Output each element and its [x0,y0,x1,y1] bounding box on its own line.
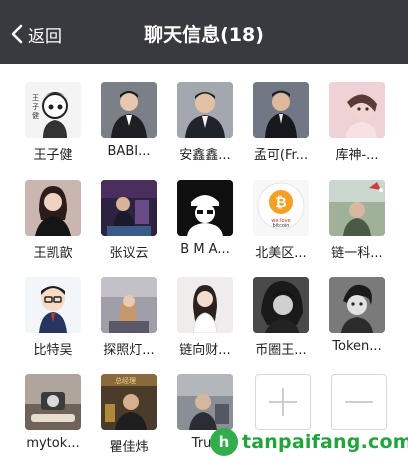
svg-text:王: 王 [32,94,39,102]
avatar [177,374,233,430]
member-name: 北美区... [255,246,307,261]
remove-member-button[interactable] [331,374,387,430]
navigation-bar: 返回 聊天信息(18) [0,0,408,64]
member-name: 探照灯... [103,343,155,358]
member-name: 链一科... [331,246,383,261]
member-item[interactable]: 链一科... [319,180,395,261]
member-item[interactable]: B M A... [167,180,243,257]
member-name: 币圈王... [255,343,307,358]
member-name: 库神-... [335,148,379,163]
avatar [25,180,81,236]
avatar [329,277,385,333]
member-item[interactable]: 总经理 瞿佳炜 [91,374,167,455]
member-item[interactable]: 比特吴 [15,277,91,358]
member-name: 瞿佳炜 [109,440,149,455]
avatar [329,82,385,138]
avatar [253,82,309,138]
member-item[interactable]: 孟可(Fr... [243,82,319,163]
site-watermark: h tanpaifang.com [210,428,408,456]
member-name: 安鑫鑫... [179,148,231,163]
svg-text:bitcoin: bitcoin [273,223,290,229]
avatar: 王子健 [25,82,81,138]
watermark-text: tanpaifang.com [242,431,408,453]
member-name: 链向财... [179,343,231,358]
member-item[interactable]: 王子健 王子健 [15,82,91,163]
member-grid: 王子健 王子健 BABI... 安鑫鑫... 孟可(Fr... 库神-... 王… [0,64,408,463]
member-name: Token... [332,339,382,354]
page-title: 聊天信息(18) [144,24,264,46]
svg-text:健: 健 [32,111,39,120]
svg-text:子: 子 [32,103,39,111]
member-item[interactable]: Token... [319,277,395,354]
member-item[interactable]: mytok... [15,374,91,451]
member-item[interactable]: 王凯歆 [15,180,91,261]
avatar [177,277,233,333]
svg-text:₿: ₿ [275,195,286,211]
member-item[interactable]: BABI... [91,82,167,159]
avatar [329,180,385,236]
member-item[interactable]: 链向财... [167,277,243,358]
avatar [253,277,309,333]
add-member-button[interactable] [255,374,311,430]
member-item[interactable]: ₿ we love bitcoin 北美区... [243,180,319,261]
member-name: 王凯歆 [33,246,73,261]
member-item[interactable]: 安鑫鑫... [167,82,243,163]
member-name: 孟可(Fr... [253,148,309,163]
avatar [177,82,233,138]
member-item[interactable]: 库神-... [319,82,395,163]
member-name: 张议云 [109,246,149,261]
member-name: B M A... [180,242,230,257]
member-name: 王子健 [33,148,73,163]
member-name: mytok... [26,436,80,451]
avatar [101,82,157,138]
avatar [177,180,233,236]
svg-text:总经理: 总经理 [115,376,136,385]
member-item[interactable]: 探照灯... [91,277,167,358]
watermark-logo: h [210,428,238,456]
avatar: ₿ we love bitcoin [253,180,309,236]
member-item[interactable]: 币圈王... [243,277,319,358]
member-name: BABI... [107,144,151,159]
avatar [101,180,157,236]
avatar [25,277,81,333]
member-item[interactable]: 张议云 [91,180,167,261]
avatar: 总经理 [101,374,157,430]
avatar [101,277,157,333]
member-name: 比特吴 [33,343,73,358]
avatar [25,374,81,430]
